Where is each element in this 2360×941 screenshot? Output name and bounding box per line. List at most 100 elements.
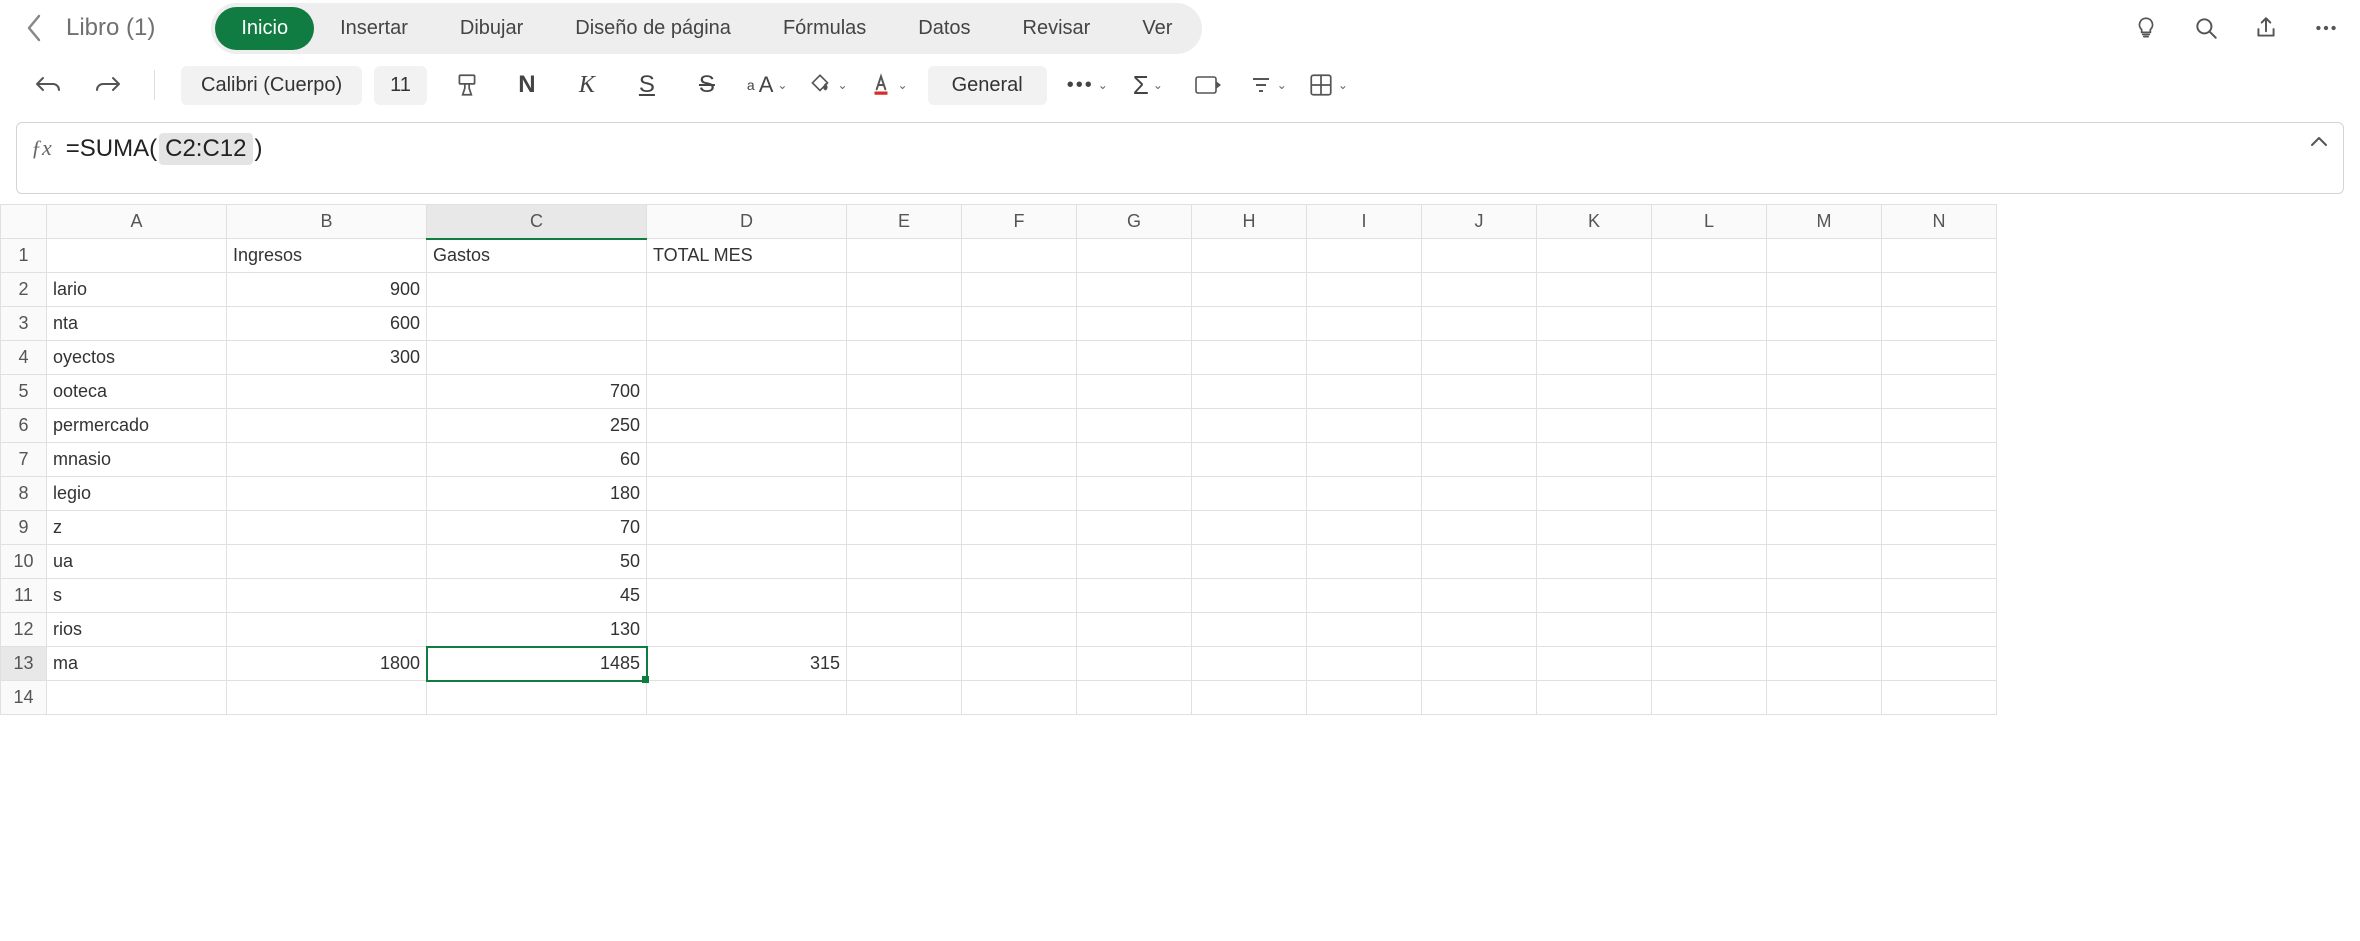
cell-H11[interactable] [1192,579,1307,613]
share-icon[interactable] [2250,12,2282,44]
tab-inicio[interactable]: Inicio [215,7,314,50]
cell-I2[interactable] [1307,273,1422,307]
fill-color-button[interactable]: ⌄ [807,65,847,105]
cell-F3[interactable] [962,307,1077,341]
tab-ver[interactable]: Ver [1116,7,1198,50]
cell-L7[interactable] [1652,443,1767,477]
cell-I5[interactable] [1307,375,1422,409]
cell-B13[interactable]: 1800 [227,647,427,681]
row-header-1[interactable]: 1 [1,239,47,273]
cell-F5[interactable] [962,375,1077,409]
cell-A3[interactable]: nta [47,307,227,341]
column-header-D[interactable]: D [647,205,847,239]
cell-K3[interactable] [1537,307,1652,341]
cell-M13[interactable] [1767,647,1882,681]
cell-D6[interactable] [647,409,847,443]
cell-C10[interactable]: 50 [427,545,647,579]
undo-button[interactable] [28,65,68,105]
cell-N8[interactable] [1882,477,1997,511]
cell-C13[interactable]: 1485 [427,647,647,681]
cell-D14[interactable] [647,681,847,715]
tab-revisar[interactable]: Revisar [997,7,1117,50]
column-header-C[interactable]: C [427,205,647,239]
cell-N3[interactable] [1882,307,1997,341]
font-color-button[interactable]: ⌄ [868,65,908,105]
cell-B7[interactable] [227,443,427,477]
cell-F7[interactable] [962,443,1077,477]
cell-A1[interactable] [47,239,227,273]
row-header-7[interactable]: 7 [1,443,47,477]
cell-E12[interactable] [847,613,962,647]
cell-N6[interactable] [1882,409,1997,443]
cell-K12[interactable] [1537,613,1652,647]
insert-object-button[interactable] [1188,65,1228,105]
cell-M10[interactable] [1767,545,1882,579]
cell-K6[interactable] [1537,409,1652,443]
cell-I8[interactable] [1307,477,1422,511]
cell-J11[interactable] [1422,579,1537,613]
cell-H3[interactable] [1192,307,1307,341]
cell-K5[interactable] [1537,375,1652,409]
cell-F13[interactable] [962,647,1077,681]
cell-I13[interactable] [1307,647,1422,681]
cell-E8[interactable] [847,477,962,511]
cell-M7[interactable] [1767,443,1882,477]
cell-D4[interactable] [647,341,847,375]
row-header-14[interactable]: 14 [1,681,47,715]
cell-C14[interactable] [427,681,647,715]
cell-J2[interactable] [1422,273,1537,307]
cell-C2[interactable] [427,273,647,307]
cell-A13[interactable]: ma [47,647,227,681]
column-header-J[interactable]: J [1422,205,1537,239]
cell-M5[interactable] [1767,375,1882,409]
column-header-L[interactable]: L [1652,205,1767,239]
cell-E3[interactable] [847,307,962,341]
cell-I6[interactable] [1307,409,1422,443]
search-icon[interactable] [2190,12,2222,44]
cell-L9[interactable] [1652,511,1767,545]
cell-M9[interactable] [1767,511,1882,545]
column-header-G[interactable]: G [1077,205,1192,239]
cell-B11[interactable] [227,579,427,613]
column-header-E[interactable]: E [847,205,962,239]
autosum-button[interactable]: Σ⌄ [1128,65,1168,105]
cell-J3[interactable] [1422,307,1537,341]
row-header-6[interactable]: 6 [1,409,47,443]
cell-I10[interactable] [1307,545,1422,579]
cell-L4[interactable] [1652,341,1767,375]
column-header-N[interactable]: N [1882,205,1997,239]
cell-I12[interactable] [1307,613,1422,647]
cell-B4[interactable]: 300 [227,341,427,375]
cell-E13[interactable] [847,647,962,681]
cell-B5[interactable] [227,375,427,409]
cell-M8[interactable] [1767,477,1882,511]
cell-K2[interactable] [1537,273,1652,307]
cell-N1[interactable] [1882,239,1997,273]
cell-I9[interactable] [1307,511,1422,545]
row-header-13[interactable]: 13 [1,647,47,681]
cell-N14[interactable] [1882,681,1997,715]
cell-E14[interactable] [847,681,962,715]
formula-range-token[interactable]: C2:C12 [159,133,252,165]
cell-C5[interactable]: 700 [427,375,647,409]
cell-N12[interactable] [1882,613,1997,647]
cell-D9[interactable] [647,511,847,545]
font-size-select[interactable]: 11 [374,66,427,105]
cell-L10[interactable] [1652,545,1767,579]
column-header-B[interactable]: B [227,205,427,239]
bold-button[interactable]: N [507,65,547,105]
cell-J13[interactable] [1422,647,1537,681]
cell-F1[interactable] [962,239,1077,273]
column-header-M[interactable]: M [1767,205,1882,239]
cell-F8[interactable] [962,477,1077,511]
cell-K14[interactable] [1537,681,1652,715]
select-all-corner[interactable] [1,205,47,239]
cell-H14[interactable] [1192,681,1307,715]
cell-A12[interactable]: rios [47,613,227,647]
cell-N4[interactable] [1882,341,1997,375]
cell-L2[interactable] [1652,273,1767,307]
cell-K4[interactable] [1537,341,1652,375]
cell-J6[interactable] [1422,409,1537,443]
strikethrough-button[interactable]: S [687,65,727,105]
cell-K13[interactable] [1537,647,1652,681]
